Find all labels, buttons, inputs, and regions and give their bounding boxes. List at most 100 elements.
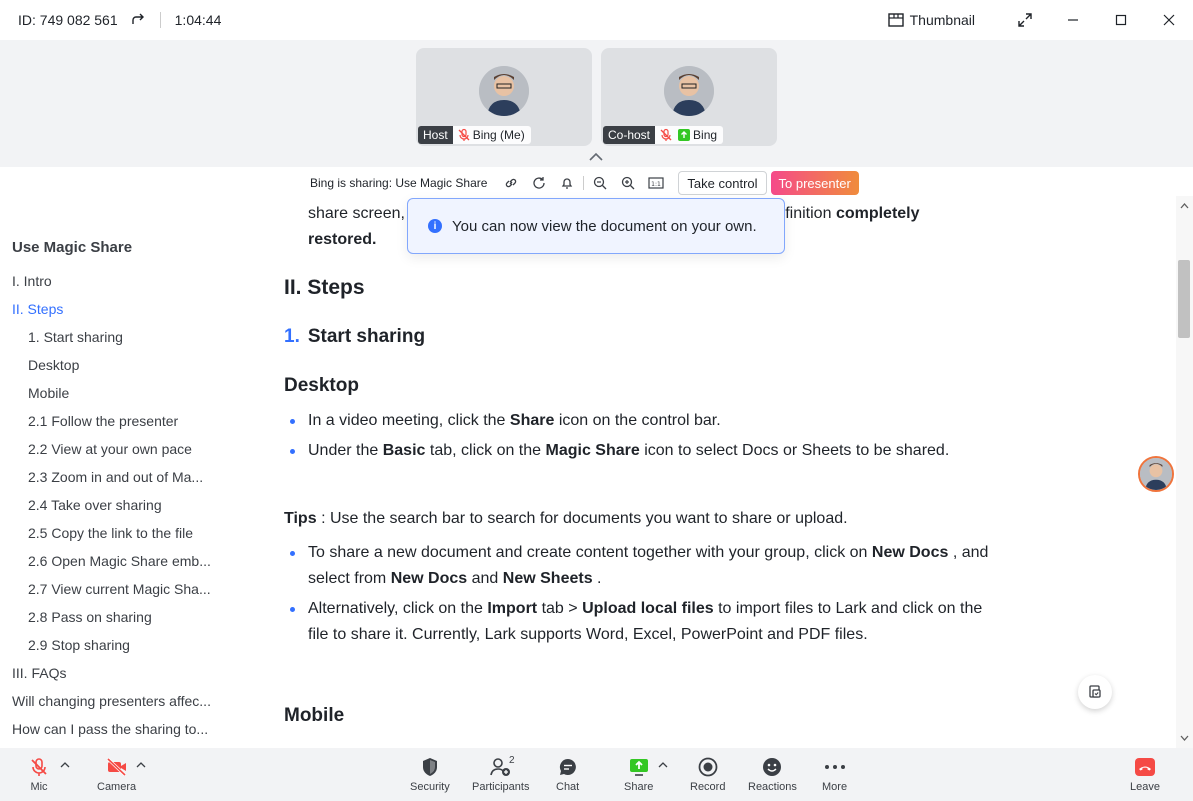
chevron-up-icon[interactable] xyxy=(588,152,604,162)
text-fragment: share screen, xyxy=(308,205,405,222)
more-label: More xyxy=(822,781,848,793)
share-button[interactable]: Share xyxy=(624,756,653,793)
take-control-button[interactable]: Take control xyxy=(678,171,767,195)
outline-item[interactable]: 2.4 Take over sharing xyxy=(0,491,230,519)
role-badge: Host xyxy=(418,126,453,144)
outline-item[interactable]: Mobile xyxy=(0,379,230,407)
outline-item[interactable]: I. Intro xyxy=(0,267,230,295)
outline-item[interactable]: 2.5 Copy the link to the file xyxy=(0,519,230,547)
outline-item[interactable]: Will changing presenters affec... xyxy=(0,687,230,715)
actual-size-icon[interactable]: 1:1 xyxy=(642,172,670,194)
participant-label: Co-host Bing xyxy=(603,126,724,144)
close-button[interactable] xyxy=(1145,0,1193,40)
document-scrollbar[interactable] xyxy=(1176,196,1193,748)
maximize-button[interactable] xyxy=(1097,0,1145,40)
scroll-up-icon[interactable] xyxy=(1180,202,1189,210)
participant-count: 2 xyxy=(509,755,515,766)
mic-off-icon xyxy=(659,128,673,142)
screen-share-icon xyxy=(677,128,691,142)
chat-icon xyxy=(557,756,579,778)
mic-label: Mic xyxy=(30,781,48,793)
security-button[interactable]: Security xyxy=(410,756,450,793)
scroll-down-icon[interactable] xyxy=(1180,734,1189,742)
chevron-up-icon[interactable] xyxy=(658,762,668,768)
document-action-button[interactable] xyxy=(1078,675,1112,709)
share-label: Share xyxy=(624,781,654,793)
outline-item[interactable]: 2.7 View current Magic Sha... xyxy=(0,575,230,603)
sharing-status: Bing is sharing: Use Magic Share xyxy=(310,176,488,190)
share-toolbar: Bing is sharing: Use Magic Share 1:1 Tak… xyxy=(302,170,859,196)
leave-button[interactable]: Leave xyxy=(1130,756,1160,793)
mic-button[interactable]: Mic xyxy=(28,756,50,793)
minimize-button[interactable] xyxy=(1049,0,1097,40)
heading-mobile: Mobile xyxy=(284,705,345,726)
outline-item[interactable]: How can I pass the sharing to... xyxy=(0,715,230,743)
chat-button[interactable]: Chat xyxy=(556,756,579,793)
outline-item[interactable]: Desktop xyxy=(0,351,230,379)
thumbnail-icon xyxy=(887,13,904,27)
role-badge: Co-host xyxy=(603,126,656,144)
meeting-id: ID: 749 082 561 xyxy=(18,12,118,28)
outline-title: Use Magic Share xyxy=(12,239,133,256)
record-icon xyxy=(697,756,719,778)
heading-number: 1. xyxy=(284,326,300,347)
participants-button[interactable]: Participants xyxy=(472,756,529,793)
text-fragment: restored. xyxy=(308,231,377,248)
smile-icon xyxy=(761,756,783,778)
maximize-icon xyxy=(1115,14,1127,26)
fullscreen-button[interactable] xyxy=(1001,0,1049,40)
record-label: Record xyxy=(690,781,726,793)
copy-link-icon[interactable] xyxy=(497,172,525,194)
meeting-timer: 1:04:44 xyxy=(174,12,222,28)
zoom-in-icon[interactable] xyxy=(614,172,642,194)
chevron-up-icon[interactable] xyxy=(136,762,146,768)
camera-label: Camera xyxy=(97,781,137,793)
record-button[interactable]: Record xyxy=(690,756,725,793)
heading-steps: II. Steps xyxy=(284,276,365,299)
document-content: share screen, with the definition comple… xyxy=(284,196,1024,748)
participant-name: Bing (Me) xyxy=(472,128,525,142)
outline-item[interactable]: III. FAQs xyxy=(0,659,230,687)
thumbnail-button[interactable]: Thumbnail xyxy=(887,12,975,28)
reactions-button[interactable]: Reactions xyxy=(748,756,797,793)
share-link-icon[interactable] xyxy=(130,12,146,28)
text-fragment: completely xyxy=(835,205,920,222)
list-item: In a video meeting, click the Share icon… xyxy=(284,408,1024,434)
outline-item[interactable]: II. Steps xyxy=(0,295,230,323)
scrollbar-thumb[interactable] xyxy=(1178,260,1190,338)
zoom-out-icon[interactable] xyxy=(586,172,614,194)
outline-item[interactable]: 2.9 Stop sharing xyxy=(0,631,230,659)
bell-icon[interactable] xyxy=(553,172,581,194)
camera-off-icon xyxy=(106,756,128,778)
outline-item[interactable]: 1. Start sharing xyxy=(0,323,230,351)
to-presenter-button[interactable]: To presenter xyxy=(770,171,859,195)
svg-text:1:1: 1:1 xyxy=(652,181,662,188)
document-outline: Use Magic Share I. Intro II. Steps 1. Star… xyxy=(0,230,230,743)
presenter-avatar[interactable] xyxy=(1138,456,1174,492)
outline-item[interactable]: 2.1 Follow the presenter xyxy=(0,407,230,435)
reactions-label: Reactions xyxy=(748,781,797,793)
close-icon xyxy=(1163,14,1175,26)
avatar xyxy=(664,66,714,116)
list-item: Alternatively, click on the Import tab >… xyxy=(284,596,1004,648)
more-button[interactable]: More xyxy=(822,756,847,793)
chevron-up-icon[interactable] xyxy=(60,762,70,768)
heading-text: Start sharing xyxy=(307,326,426,347)
outline-item[interactable]: 2.6 Open Magic Share emb... xyxy=(0,547,230,575)
meeting-control-bar: Mic Camera Security Participants 2 Chat … xyxy=(0,748,1193,801)
camera-button[interactable]: Camera xyxy=(97,756,136,793)
expand-icon xyxy=(1018,13,1032,27)
share-screen-icon xyxy=(628,756,650,778)
mic-off-icon xyxy=(457,128,471,142)
heading-start-sharing: 1. Start sharing xyxy=(284,326,425,348)
outline-item[interactable]: 2.3 Zoom in and out of Ma... xyxy=(0,463,230,491)
video-tile-cohost[interactable]: Co-host Bing xyxy=(601,48,777,146)
list-item: To share a new document and create conte… xyxy=(284,540,1004,592)
security-label: Security xyxy=(410,781,450,793)
outline-item[interactable]: 2.8 Pass on sharing xyxy=(0,603,230,631)
refresh-icon[interactable] xyxy=(525,172,553,194)
video-tile-host[interactable]: Host Bing (Me) xyxy=(416,48,592,146)
info-toast: i You can now view the document on your … xyxy=(407,198,785,254)
tips-list: To share a new document and create conte… xyxy=(284,540,1004,648)
outline-item[interactable]: 2.2 View at your own pace xyxy=(0,435,230,463)
